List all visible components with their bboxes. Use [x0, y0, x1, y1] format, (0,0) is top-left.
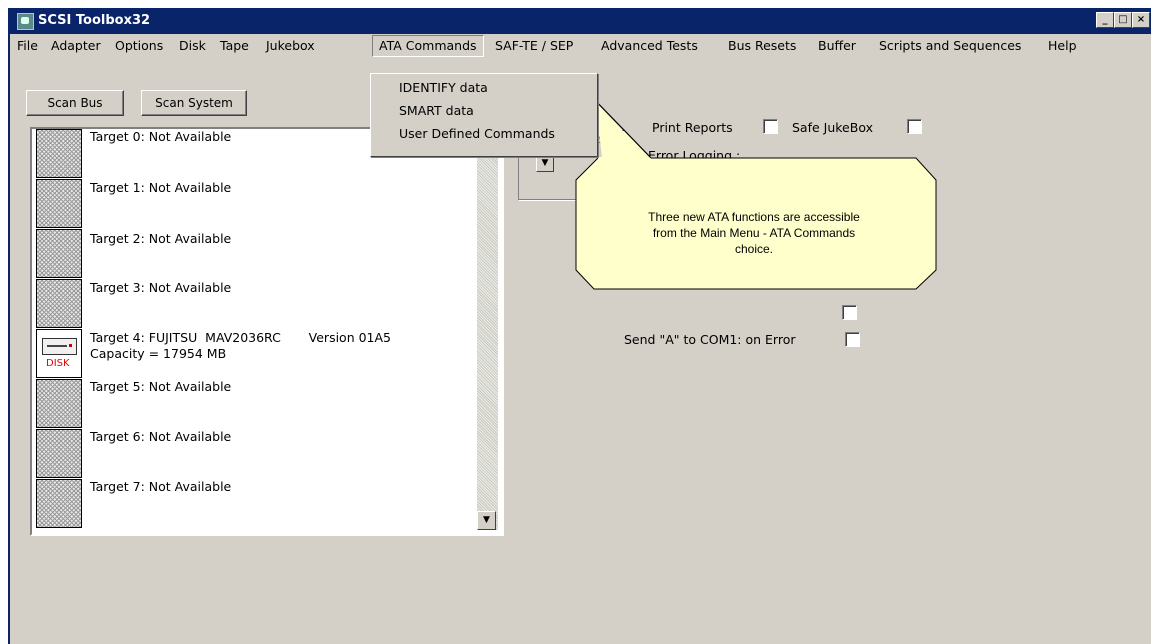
menu-tape[interactable]: Tape — [220, 38, 249, 53]
empty-slot-icon — [36, 279, 82, 328]
menu-identify-data[interactable]: IDENTIFY data — [399, 80, 488, 95]
callout-line-2: from the Main Menu - ATA Commands — [652, 226, 856, 240]
empty-slot-icon — [36, 179, 82, 228]
list-item[interactable]: Target 7: Not Available — [32, 479, 470, 529]
menu-help[interactable]: Help — [1048, 38, 1077, 53]
empty-slot-icon — [36, 129, 82, 178]
menu-bar: File Adapter Options Disk Tape Jukebox A… — [10, 34, 1151, 57]
send-a-label: Send "A" to COM1: on Error — [624, 332, 796, 347]
menu-advanced-tests[interactable]: Advanced Tests — [601, 38, 698, 53]
scroll-down-button[interactable]: ▼ — [477, 511, 496, 530]
empty-slot-icon — [36, 379, 82, 428]
close-button[interactable]: × — [1132, 12, 1150, 28]
window-title: SCSI Toolbox32 — [38, 13, 151, 28]
callout-line-1: Three new ATA functions are accessible — [648, 210, 860, 224]
minimize-button[interactable]: _ — [1096, 12, 1114, 28]
vertical-scrollbar[interactable]: ▲ ▼ — [477, 129, 498, 530]
target-label: Target 5: Not Available — [90, 379, 232, 394]
callout-text: Three new ATA functions are accessible f… — [592, 209, 916, 257]
target-capacity: Capacity = 17954 MB — [90, 346, 227, 361]
error-logging-label: Error Logging : — [648, 148, 741, 163]
target-label: Target 0: Not Available — [90, 129, 232, 144]
send-a-checkbox[interactable] — [845, 332, 860, 347]
menu-options[interactable]: Options — [115, 38, 163, 53]
target-label: Target 1: Not Available — [90, 180, 232, 195]
safe-jukebox-checkbox[interactable] — [907, 119, 922, 134]
menu-smart-data[interactable]: SMART data — [399, 103, 474, 118]
list-item[interactable]: Target 5: Not Available — [32, 379, 470, 429]
safe-jukebox-label: Safe JukeBox — [792, 120, 873, 135]
hidden-option-checkbox[interactable] — [842, 305, 857, 320]
menu-user-defined-commands[interactable]: User Defined Commands — [399, 126, 555, 141]
ata-commands-dropdown: IDENTIFY data SMART data User Defined Co… — [370, 73, 598, 157]
target-label: Target 3: Not Available — [90, 280, 232, 295]
scan-bus-button[interactable]: Scan Bus — [26, 90, 124, 116]
list-item[interactable]: Target 3: Not Available — [32, 279, 470, 329]
callout-line-3: choice. — [734, 242, 774, 256]
disk-body — [42, 338, 77, 355]
scan-system-button[interactable]: Scan System — [141, 90, 247, 116]
list-item[interactable]: DISK Target 4: FUJITSU MAV2036RC Version… — [32, 329, 470, 379]
menu-jukebox[interactable]: Jukebox — [266, 38, 315, 53]
title-bar[interactable]: SCSI Toolbox32 _ □ × — [10, 8, 1151, 34]
menu-scripts-and-sequences[interactable]: Scripts and Sequences — [879, 38, 1021, 53]
target-label: Target 7: Not Available — [90, 479, 232, 494]
target-list[interactable]: Target 0: Not Available Target 1: Not Av… — [30, 127, 504, 536]
maximize-button[interactable]: □ — [1114, 12, 1132, 28]
target-label: Target 4: FUJITSU MAV2036RC Version 01A5 — [90, 330, 392, 345]
target-label: Target 6: Not Available — [90, 429, 232, 444]
menu-disk[interactable]: Disk — [179, 38, 206, 53]
disk-drive-icon: DISK — [36, 329, 82, 378]
menu-safte-sep[interactable]: SAF-TE / SEP — [495, 38, 573, 53]
menu-ata-commands[interactable]: ATA Commands — [372, 35, 484, 57]
app-icon — [17, 13, 34, 30]
list-item[interactable]: Target 6: Not Available — [32, 429, 470, 479]
menu-buffer[interactable]: Buffer — [818, 38, 856, 53]
empty-slot-icon — [36, 229, 82, 278]
empty-slot-icon — [36, 429, 82, 478]
menu-adapter[interactable]: Adapter — [51, 38, 101, 53]
disk-icon-label: DISK — [46, 358, 70, 369]
menu-bus-resets[interactable]: Bus Resets — [728, 38, 796, 53]
target-label: Target 2: Not Available — [90, 231, 232, 246]
list-item[interactable]: Target 1: Not Available — [32, 179, 470, 229]
menu-file[interactable]: File — [17, 38, 38, 53]
empty-slot-icon — [36, 479, 82, 528]
print-reports-label: Print Reports — [652, 120, 733, 135]
list-item[interactable]: Target 2: Not Available — [32, 229, 470, 279]
print-reports-checkbox[interactable] — [763, 119, 778, 134]
